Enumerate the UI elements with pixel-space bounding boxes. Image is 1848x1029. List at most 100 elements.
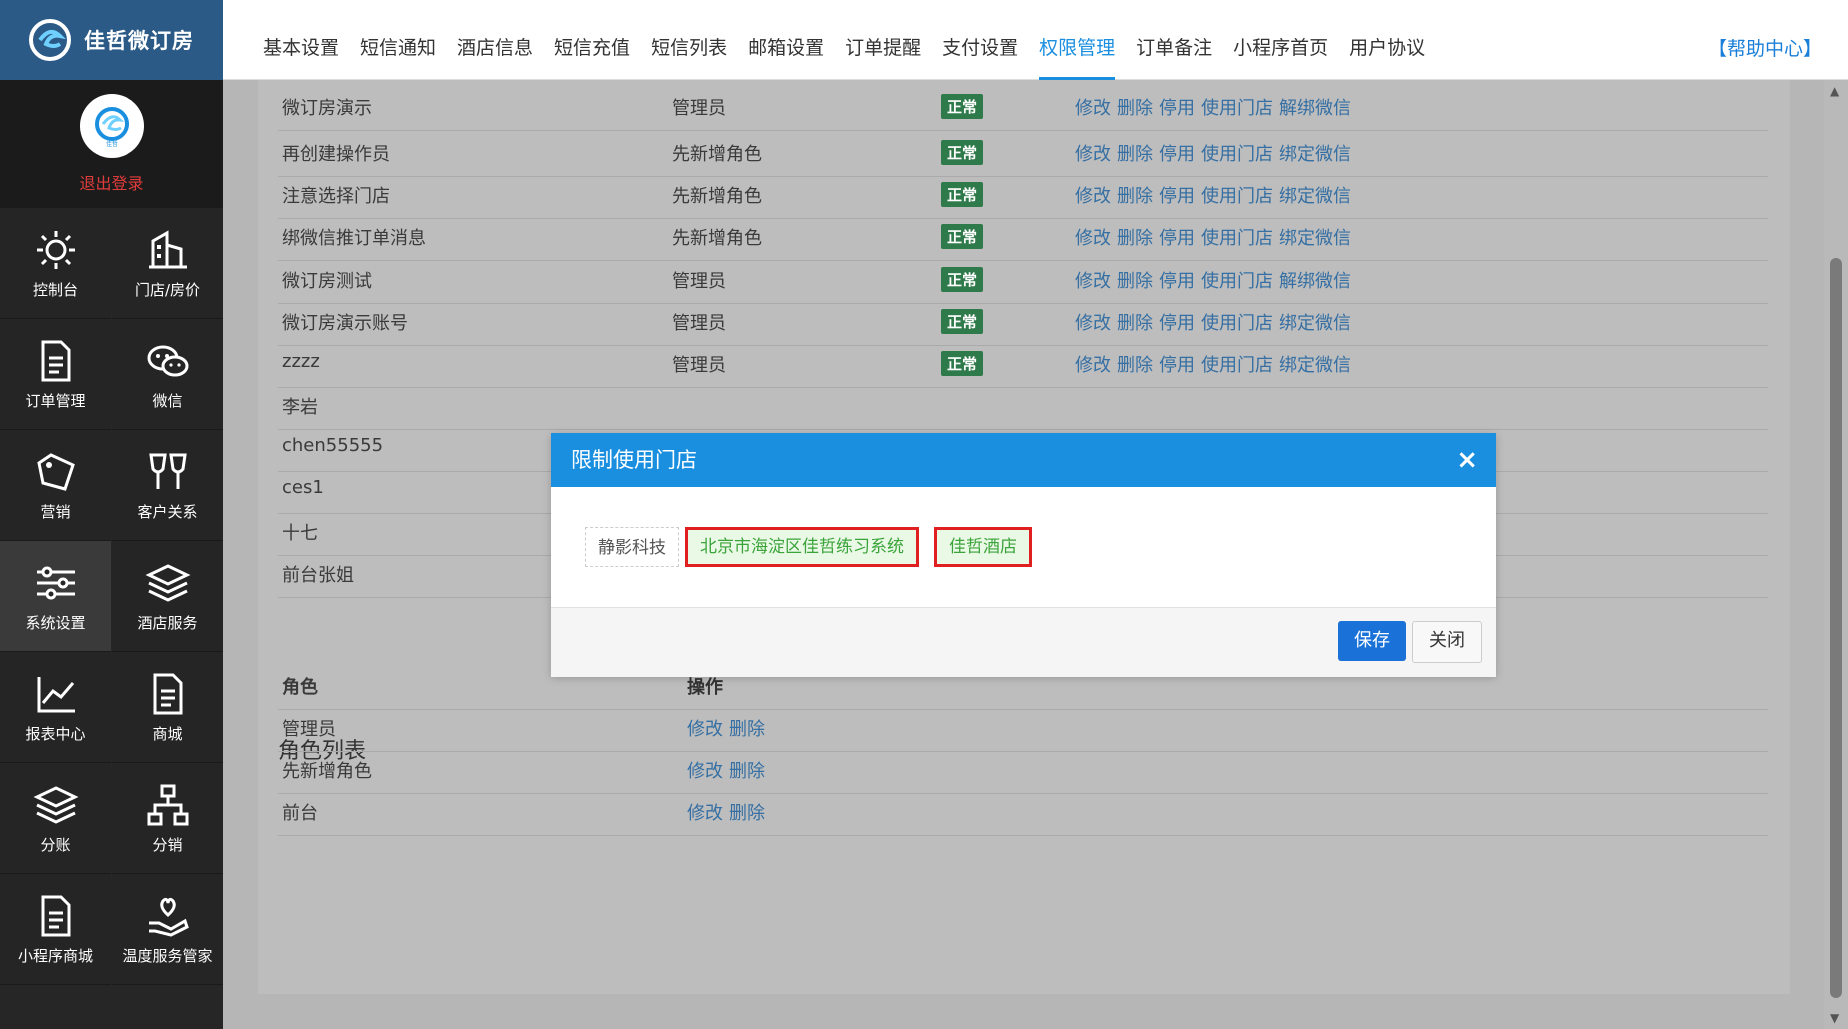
action-link[interactable]: 修改 bbox=[687, 803, 723, 824]
document-icon bbox=[41, 895, 70, 936]
action-link[interactable]: 修改 bbox=[687, 761, 723, 782]
action-link[interactable]: 删除 bbox=[729, 803, 765, 824]
tab-9[interactable]: 订单备注 bbox=[1136, 0, 1212, 80]
action-link[interactable]: 删除 bbox=[1117, 98, 1153, 119]
action-link[interactable]: 删除 bbox=[1117, 313, 1153, 334]
action-link[interactable]: 修改 bbox=[1075, 271, 1111, 292]
sidebar-item-7[interactable]: 酒店服务 bbox=[112, 541, 223, 652]
sidebar-item-11[interactable]: 分销 bbox=[112, 763, 223, 874]
tab-1[interactable]: 短信通知 bbox=[360, 0, 436, 80]
operator-name: 十七 bbox=[282, 523, 318, 544]
brand-name: 佳哲微订房 bbox=[84, 29, 194, 53]
sidebar-item-3[interactable]: 微信 bbox=[112, 319, 223, 430]
action-link[interactable]: 解绑微信 bbox=[1279, 271, 1351, 292]
action-link[interactable]: 删除 bbox=[729, 761, 765, 782]
action-link[interactable]: 使用门店 bbox=[1201, 144, 1273, 165]
operator-actions: 修改 删除 停用 使用门店 解绑微信 bbox=[1075, 94, 1357, 120]
glasses-icon bbox=[148, 453, 187, 489]
user-box: 佳哲 退出登录 bbox=[0, 80, 223, 208]
action-link[interactable]: 修改 bbox=[1075, 355, 1111, 376]
sidebar-item-label: 系统设置 bbox=[25, 613, 86, 632]
operator-role: 先新增角色 bbox=[672, 228, 762, 249]
action-link[interactable]: 使用门店 bbox=[1201, 228, 1273, 249]
action-link[interactable]: 停用 bbox=[1159, 313, 1195, 334]
sidebar-item-1[interactable]: 门店/房价 bbox=[112, 208, 223, 319]
sidebar-item-label: 分账 bbox=[40, 835, 71, 854]
action-link[interactable]: 删除 bbox=[729, 719, 765, 740]
sidebar-item-8[interactable]: 报表中心 bbox=[0, 652, 111, 763]
action-link[interactable]: 使用门店 bbox=[1201, 186, 1273, 207]
action-link[interactable]: 修改 bbox=[687, 719, 723, 740]
logout-link[interactable]: 退出登录 bbox=[79, 170, 143, 194]
save-button[interactable]: 保存 bbox=[1338, 621, 1406, 661]
action-link[interactable]: 停用 bbox=[1159, 98, 1195, 119]
operator-role: 先新增角色 bbox=[672, 186, 762, 207]
action-link[interactable]: 修改 bbox=[1075, 144, 1111, 165]
action-link[interactable]: 停用 bbox=[1159, 186, 1195, 207]
action-link[interactable]: 绑定微信 bbox=[1279, 144, 1351, 165]
tab-5[interactable]: 邮箱设置 bbox=[748, 0, 824, 80]
action-link[interactable]: 修改 bbox=[1075, 98, 1111, 119]
sidebar-item-9[interactable]: 商城 bbox=[112, 652, 223, 763]
tab-4[interactable]: 短信列表 bbox=[651, 0, 727, 80]
action-link[interactable]: 删除 bbox=[1117, 271, 1153, 292]
action-link[interactable]: 停用 bbox=[1159, 144, 1195, 165]
action-link[interactable]: 绑定微信 bbox=[1279, 228, 1351, 249]
action-link[interactable]: 删除 bbox=[1117, 186, 1153, 207]
action-link[interactable]: 删除 bbox=[1117, 144, 1153, 165]
scrollbar-thumb[interactable] bbox=[1830, 258, 1842, 998]
action-link[interactable]: 绑定微信 bbox=[1279, 186, 1351, 207]
brand-logo: 佳哲微订房 bbox=[0, 0, 223, 80]
sidebar-item-2[interactable]: 订单管理 bbox=[0, 319, 111, 430]
sidebar-item-12[interactable]: 小程序商城 bbox=[0, 874, 111, 985]
action-link[interactable]: 删除 bbox=[1117, 228, 1153, 249]
sidebar-item-10[interactable]: 分账 bbox=[0, 763, 111, 874]
action-link[interactable]: 删除 bbox=[1117, 355, 1153, 376]
tab-2[interactable]: 酒店信息 bbox=[457, 0, 533, 80]
action-link[interactable]: 修改 bbox=[1075, 228, 1111, 249]
action-link[interactable]: 使用门店 bbox=[1201, 98, 1273, 119]
avatar[interactable]: 佳哲 bbox=[79, 94, 144, 158]
help-center-link[interactable]: 【帮助中心】 bbox=[1708, 0, 1848, 80]
action-link[interactable]: 使用门店 bbox=[1201, 271, 1273, 292]
tab-3[interactable]: 短信充值 bbox=[554, 0, 630, 80]
brand-logo-icon bbox=[29, 19, 71, 61]
action-link[interactable]: 使用门店 bbox=[1201, 313, 1273, 334]
layers-icon bbox=[144, 563, 191, 602]
action-link[interactable]: 修改 bbox=[1075, 313, 1111, 334]
close-button[interactable]: 关闭 bbox=[1412, 621, 1482, 663]
scroll-down-icon[interactable]: ▼ bbox=[1830, 1011, 1839, 1025]
tab-6[interactable]: 订单提醒 bbox=[845, 0, 921, 80]
sidebar-item-0[interactable]: 控制台 bbox=[0, 208, 111, 319]
sidebar-item-label: 营销 bbox=[40, 502, 71, 521]
store-option-jingying[interactable]: 静影科技 bbox=[585, 527, 679, 567]
store-option-jiazhe-hotel[interactable]: 佳哲酒店 bbox=[934, 527, 1032, 567]
sidebar-item-13[interactable]: 温度服务管家 bbox=[112, 874, 223, 985]
restrict-store-dialog: 限制使用门店 × 静影科技 北京市海淀区佳哲练习系统 佳哲酒店 保存 关闭 bbox=[551, 433, 1496, 677]
action-link[interactable]: 使用门店 bbox=[1201, 355, 1273, 376]
tab-0[interactable]: 基本设置 bbox=[263, 0, 339, 80]
status-badge: 正常 bbox=[941, 182, 984, 207]
operator-actions: 修改 删除 停用 使用门店 绑定微信 bbox=[1075, 140, 1357, 166]
tab-11[interactable]: 用户协议 bbox=[1349, 0, 1425, 80]
action-link[interactable]: 停用 bbox=[1159, 355, 1195, 376]
action-link[interactable]: 绑定微信 bbox=[1279, 313, 1351, 334]
status-badge: 正常 bbox=[941, 351, 984, 376]
action-link[interactable]: 解绑微信 bbox=[1279, 98, 1351, 119]
tab-10[interactable]: 小程序首页 bbox=[1233, 0, 1328, 80]
page-scrollbar[interactable]: ▲ ▼ bbox=[1824, 80, 1848, 1029]
close-icon[interactable]: × bbox=[1456, 433, 1478, 487]
sidebar-item-5[interactable]: 客户关系 bbox=[112, 430, 223, 541]
store-option-beijing[interactable]: 北京市海淀区佳哲练习系统 bbox=[685, 527, 919, 567]
action-link[interactable]: 修改 bbox=[1075, 186, 1111, 207]
scroll-up-icon[interactable]: ▲ bbox=[1830, 84, 1839, 98]
role-name: 前台 bbox=[282, 803, 318, 824]
sidebar-item-6[interactable]: 系统设置 bbox=[0, 541, 111, 652]
action-link[interactable]: 停用 bbox=[1159, 271, 1195, 292]
tab-7[interactable]: 支付设置 bbox=[942, 0, 1018, 80]
sidebar-item-4[interactable]: 营销 bbox=[0, 430, 111, 541]
action-link[interactable]: 停用 bbox=[1159, 228, 1195, 249]
sidebar-item-label: 商城 bbox=[152, 724, 183, 743]
action-link[interactable]: 绑定微信 bbox=[1279, 355, 1351, 376]
tab-8[interactable]: 权限管理 bbox=[1039, 0, 1116, 80]
